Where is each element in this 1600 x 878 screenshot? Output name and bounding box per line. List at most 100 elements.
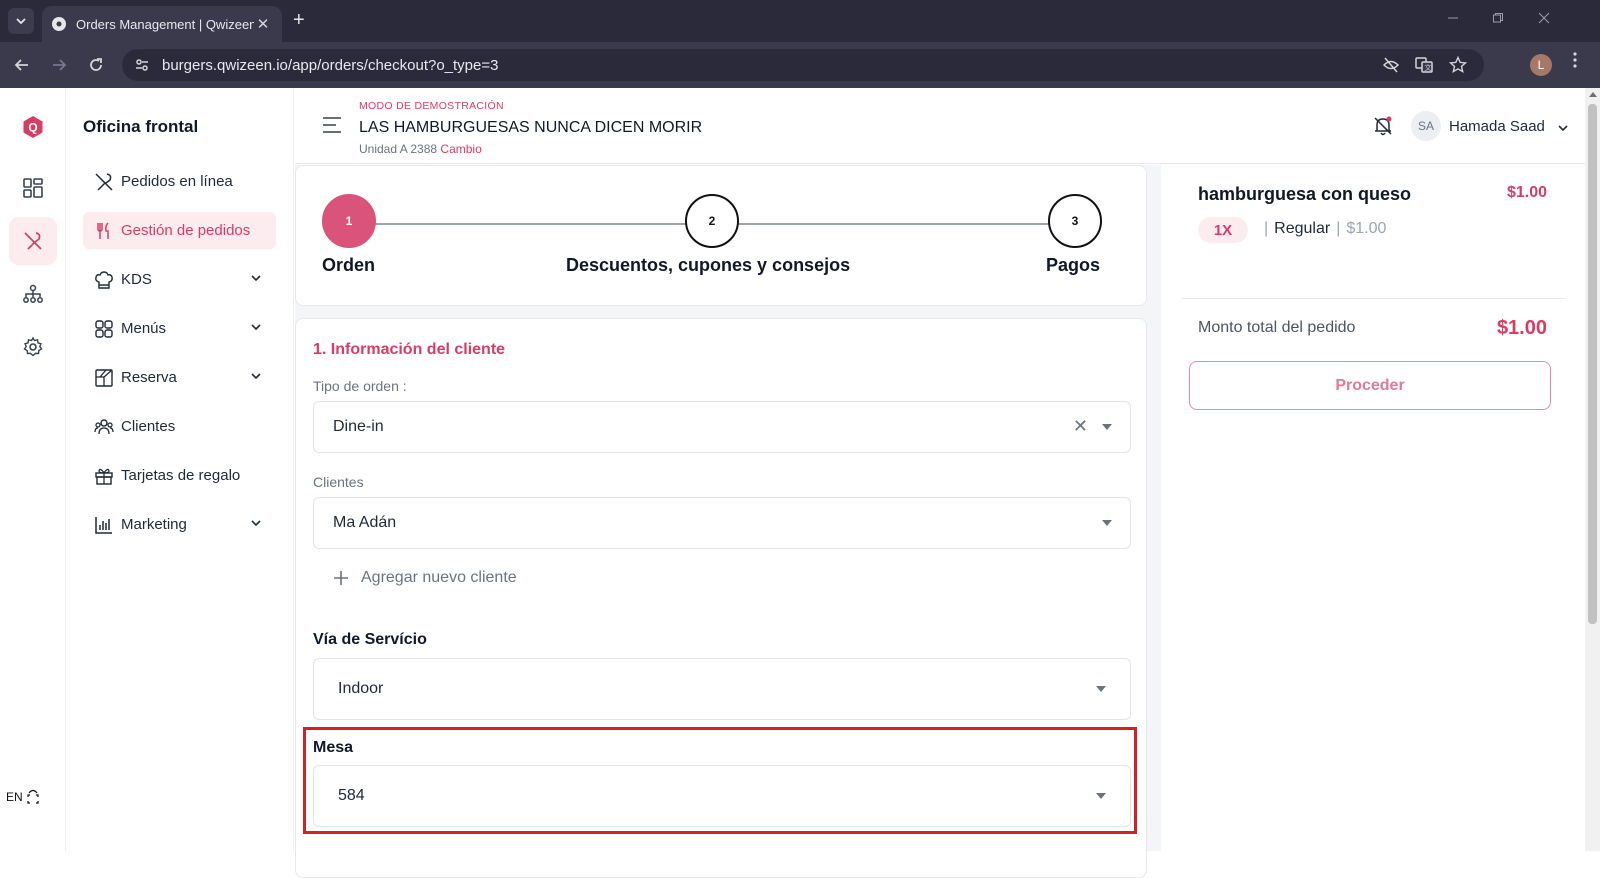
sidebar-item-label: Reserva [121,369,177,386]
side-navigation: Oficina frontal Pedidos en línea Gestión… [66,88,294,851]
forward-icon[interactable] [49,55,69,75]
tab-search-button[interactable] [8,8,34,34]
cart-item-price: $1.00 [1506,184,1547,201]
address-bar[interactable]: burgers.qwizeen.io/app/orders/checkout?o… [122,49,1484,81]
scroll-thumb[interactable] [1588,104,1597,624]
icon-rail: Q EN [0,88,66,851]
rail-front-office[interactable] [9,217,57,265]
divider [1182,298,1565,299]
sidebar-item-menus[interactable]: Menús [83,310,276,347]
restaurant-name: LAS HAMBURGUESAS NUNCA DICEN MORIR [359,119,703,136]
tab-close-icon[interactable]: ✕ [254,15,272,33]
total-value: $1.00 [1496,317,1547,339]
rail-dashboard[interactable] [9,164,57,212]
service-select[interactable]: Indoor [313,658,1131,720]
step-1-label: Orden [322,255,376,275]
cart-item-variant: Regular [1274,220,1331,237]
site-settings-icon[interactable] [134,57,150,73]
chevron-down-icon[interactable] [1557,122,1569,134]
step-1-circle[interactable]: 1 [322,194,376,248]
table-layout-icon [93,367,115,389]
chevron-down-icon [16,18,26,25]
demo-mode-label: MODO DE DEMOSTRACIÓN [359,100,504,112]
service-label: Vía de Servício [313,631,427,648]
reload-icon[interactable] [86,55,106,75]
plus-icon [334,571,348,585]
hamburger-menu-icon[interactable] [322,116,342,134]
caret-down-icon[interactable] [1102,424,1112,430]
bookmark-star-icon[interactable] [1448,55,1468,79]
step-2-circle[interactable]: 2 [685,194,739,248]
sidenav-title: Oficina frontal [83,117,199,136]
page-scrollbar[interactable] [1585,88,1600,851]
bar-chart-icon [93,514,115,536]
rail-organization[interactable] [9,270,57,318]
qwizeen-logo-icon[interactable]: Q [21,115,45,139]
cart-item-name: hamburguesa con queso [1198,184,1412,204]
checkout-stepper: 1 2 3 Orden Descuentos, cupones y consej… [295,165,1147,306]
highlight-box [303,727,1137,834]
order-type-select[interactable]: Dine-in ✕ [313,401,1131,453]
utensils-crossed-icon [93,171,115,193]
scroll-up-icon[interactable] [1589,92,1597,97]
browser-menu-icon[interactable] [1573,52,1577,68]
order-type-value: Dine-in [333,418,384,435]
gear-icon [23,336,43,357]
total-label: Monto total del pedido [1198,319,1356,336]
unit-name: Unidad A 2388 [359,142,438,156]
add-client-label: Agregar nuevo cliente [361,569,517,586]
svg-text:文: 文 [1425,63,1432,72]
dashboard-icon [23,178,43,198]
qwizeen-favicon-icon [52,17,66,31]
step-2-label: Descuentos, cupones y consejos [566,255,851,275]
url-text: burgers.qwizeen.io/app/orders/checkout?o… [162,56,499,74]
expand-icon [27,789,39,804]
sidebar-item-clients[interactable]: Clientes [83,408,276,445]
user-avatar[interactable]: SA [1411,111,1441,141]
sidebar-item-online-orders[interactable]: Pedidos en línea [83,163,276,200]
section-title: 1. Información del cliente [313,341,506,358]
unit-info: Unidad A 2388 Cambio [359,142,482,156]
eye-off-icon[interactable] [1382,56,1400,79]
clear-icon[interactable]: ✕ [1073,416,1088,437]
language-label: EN [6,790,23,804]
restore-icon[interactable] [1492,11,1504,28]
sidebar-item-order-management[interactable]: Gestión de pedidos [83,212,276,249]
sidebar-item-kds[interactable]: KDS [83,261,276,298]
change-unit-link[interactable]: Cambio [440,142,481,156]
window-close-icon[interactable] [1538,11,1550,28]
sidebar-item-label: Marketing [121,516,187,533]
profile-avatar[interactable]: L [1530,54,1552,76]
clients-select[interactable]: Ma Adán [313,497,1131,549]
caret-down-icon[interactable] [1102,520,1112,526]
logo-letter: Q [28,121,37,135]
chevron-down-icon [251,520,261,527]
customer-info-card: 1. Información del cliente Tipo de orden… [295,318,1147,878]
sidebar-item-marketing[interactable]: Marketing [83,506,276,543]
minimize-icon[interactable] [1447,11,1459,28]
rail-settings[interactable] [9,323,57,371]
language-switcher[interactable]: EN [6,788,39,806]
chevron-down-icon [251,275,261,282]
step-3-circle[interactable]: 3 [1048,194,1102,248]
quantity-badge: 1X [1198,217,1248,243]
add-client-button[interactable]: Agregar nuevo cliente [333,569,517,587]
meta-separator: | [1264,220,1269,237]
new-tab-button[interactable]: + [293,10,305,30]
proceed-button[interactable]: Proceder [1189,361,1551,410]
translate-icon[interactable]: 文 [1415,56,1433,79]
cart-item-meta: | Regular | $1.00 [1258,220,1386,238]
app-header: MODO DE DEMOSTRACIÓN LAS HAMBURGUESAS NU… [295,88,1585,164]
hierarchy-icon [23,284,43,303]
service-value: Indoor [338,680,384,697]
app-root: Q EN Oficina frontal Pedidos en línea Ge… [0,88,1600,878]
cart-item-unit-price: $1.00 [1346,220,1387,237]
browser-tab[interactable]: Orders Management | Qwizeen ✕ [42,6,282,42]
user-name[interactable]: Hamada Saad [1449,118,1545,135]
sidebar-item-reservation[interactable]: Reserva [83,359,276,396]
notifications-off-icon[interactable] [1372,115,1394,137]
back-icon[interactable] [12,55,32,75]
sidebar-item-gift-cards[interactable]: Tarjetas de regalo [83,457,276,494]
sidebar-item-label: Clientes [121,418,176,435]
caret-down-icon[interactable] [1096,686,1106,692]
